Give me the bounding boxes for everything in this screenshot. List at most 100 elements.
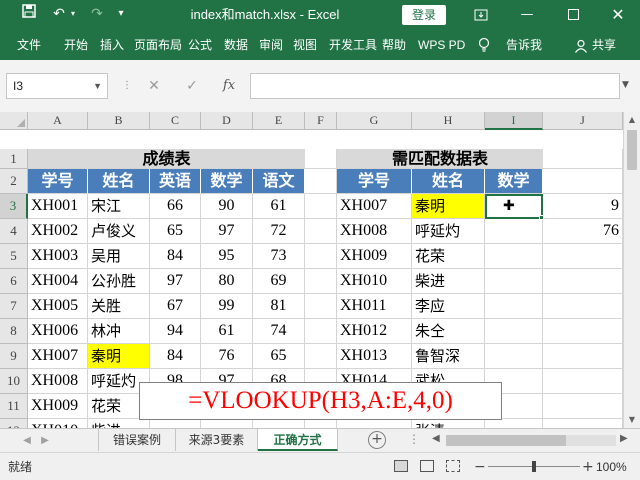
table-title-right[interactable]: 需匹配数据表 — [337, 149, 543, 169]
cell[interactable] — [543, 149, 623, 169]
table-cell[interactable]: 97 — [150, 269, 201, 294]
table-cell[interactable]: 朱仝 — [412, 319, 485, 344]
table-cell[interactable]: 林冲 — [88, 319, 150, 344]
share-icon[interactable] — [574, 30, 588, 60]
table-cell[interactable]: 76 — [201, 344, 253, 369]
table-cell[interactable]: 鲁智深 — [412, 344, 485, 369]
row-header[interactable]: 2 — [0, 169, 28, 194]
undo-dropdown-icon[interactable]: ▾ — [68, 4, 78, 24]
table-cell[interactable]: XH005 — [28, 294, 88, 319]
row-header[interactable]: 8 — [0, 319, 28, 344]
table-cell[interactable] — [485, 269, 543, 294]
redo-icon[interactable]: ↷ — [88, 4, 106, 24]
horizontal-scrollbar[interactable] — [446, 435, 616, 446]
prev-sheet-icon[interactable]: ◀ — [20, 433, 34, 449]
cell[interactable] — [305, 319, 337, 344]
tab-home[interactable]: 开始 — [64, 30, 88, 60]
tab-help[interactable]: 帮助 — [382, 30, 406, 60]
row-header[interactable]: 5 — [0, 244, 28, 269]
table-cell[interactable]: 97 — [201, 219, 253, 244]
sheet-tab-source-3[interactable]: 来源3要素 — [176, 429, 258, 451]
column-label[interactable]: 学号 — [28, 169, 88, 194]
column-header[interactable]: F — [305, 112, 337, 130]
table-cell[interactable]: 宋江 — [88, 194, 150, 219]
normal-view-icon[interactable] — [394, 460, 408, 472]
worksheet-grid[interactable]: ABCDEFGHIJ123456789101112成绩表需匹配数据表学号姓名英语… — [0, 112, 623, 428]
j-cell[interactable] — [543, 419, 623, 428]
next-sheet-icon[interactable]: ▶ — [38, 433, 52, 449]
formula-input[interactable] — [250, 73, 620, 99]
j-cell[interactable] — [543, 269, 623, 294]
sheet-tab-correct-way[interactable]: 正确方式 — [258, 429, 338, 451]
table-cell[interactable]: 秦明 — [412, 194, 485, 219]
column-header[interactable]: A — [28, 112, 88, 130]
table-cell[interactable] — [485, 294, 543, 319]
table-cell[interactable]: 94 — [150, 319, 201, 344]
table-cell[interactable] — [485, 344, 543, 369]
column-header[interactable]: J — [543, 112, 623, 130]
table-cell[interactable]: 72 — [253, 219, 305, 244]
column-header[interactable]: C — [150, 112, 201, 130]
table-cell[interactable]: 呼延灼 — [412, 219, 485, 244]
row-header[interactable]: 1 — [0, 149, 28, 169]
tab-wps-pdf[interactable]: WPS PD — [418, 30, 465, 60]
row-header[interactable]: 10 — [0, 369, 28, 394]
page-layout-view-icon[interactable] — [420, 460, 434, 472]
table-cell[interactable]: 花荣 — [412, 244, 485, 269]
table-cell[interactable]: 65 — [253, 344, 305, 369]
column-header[interactable]: D — [201, 112, 253, 130]
row-header[interactable]: 6 — [0, 269, 28, 294]
cell[interactable] — [305, 269, 337, 294]
row-header[interactable]: 3 — [0, 194, 28, 219]
column-header[interactable]: G — [337, 112, 412, 130]
column-header[interactable]: H — [412, 112, 485, 130]
share-button[interactable]: 共享 — [592, 30, 616, 60]
table-cell[interactable]: XH008 — [337, 219, 412, 244]
table-cell[interactable]: 66 — [150, 194, 201, 219]
table-cell[interactable]: XH006 — [28, 319, 88, 344]
table-cell[interactable]: 秦明 — [88, 344, 150, 369]
j-cell[interactable]: 9 — [543, 194, 623, 219]
j-cell[interactable]: 76 — [543, 219, 623, 244]
table-cell[interactable]: XH002 — [28, 219, 88, 244]
fill-handle[interactable] — [539, 215, 544, 220]
j-cell[interactable] — [543, 394, 623, 419]
table-cell[interactable]: 90 — [201, 194, 253, 219]
table-cell[interactable]: 74 — [253, 319, 305, 344]
column-label[interactable]: 英语 — [150, 169, 201, 194]
column-header[interactable]: E — [253, 112, 305, 130]
expand-formula-bar-icon[interactable]: ▼ — [622, 80, 629, 90]
table-cell[interactable]: 65 — [150, 219, 201, 244]
cell[interactable] — [543, 169, 623, 194]
table-cell[interactable]: 69 — [253, 269, 305, 294]
scroll-left-icon[interactable]: ◀ — [432, 433, 440, 444]
j-cell[interactable] — [543, 294, 623, 319]
enter-check-icon[interactable]: ✓ — [181, 73, 203, 99]
table-cell[interactable]: XH011 — [337, 294, 412, 319]
cell[interactable] — [305, 344, 337, 369]
table-cell[interactable]: 81 — [253, 294, 305, 319]
page-break-view-icon[interactable] — [446, 460, 460, 472]
column-label[interactable]: 数学 — [201, 169, 253, 194]
table-cell[interactable]: 84 — [150, 244, 201, 269]
j-cell[interactable] — [543, 369, 623, 394]
undo-icon[interactable]: ↶ — [50, 4, 68, 24]
j-cell[interactable] — [543, 344, 623, 369]
tab-insert[interactable]: 插入 — [100, 30, 124, 60]
table-cell[interactable] — [485, 219, 543, 244]
column-label[interactable]: 语文 — [253, 169, 305, 194]
save-icon[interactable] — [20, 4, 38, 24]
table-cell[interactable]: XH009 — [28, 394, 88, 419]
table-cell[interactable]: 61 — [201, 319, 253, 344]
tab-page-layout[interactable]: 页面布局 — [134, 30, 182, 60]
plus-circle-icon[interactable]: + — [368, 431, 386, 449]
table-cell[interactable] — [337, 419, 412, 428]
tab-developer[interactable]: 开发工具 — [329, 30, 377, 60]
login-button[interactable]: 登录 — [402, 5, 446, 25]
tab-file[interactable]: 文件 — [17, 30, 41, 60]
zoom-out-icon[interactable]: − — [474, 453, 486, 480]
tab-review[interactable]: 审阅 — [259, 30, 283, 60]
table-cell[interactable]: 95 — [201, 244, 253, 269]
column-label[interactable]: 姓名 — [412, 169, 485, 194]
table-cell[interactable]: XH010 — [337, 269, 412, 294]
